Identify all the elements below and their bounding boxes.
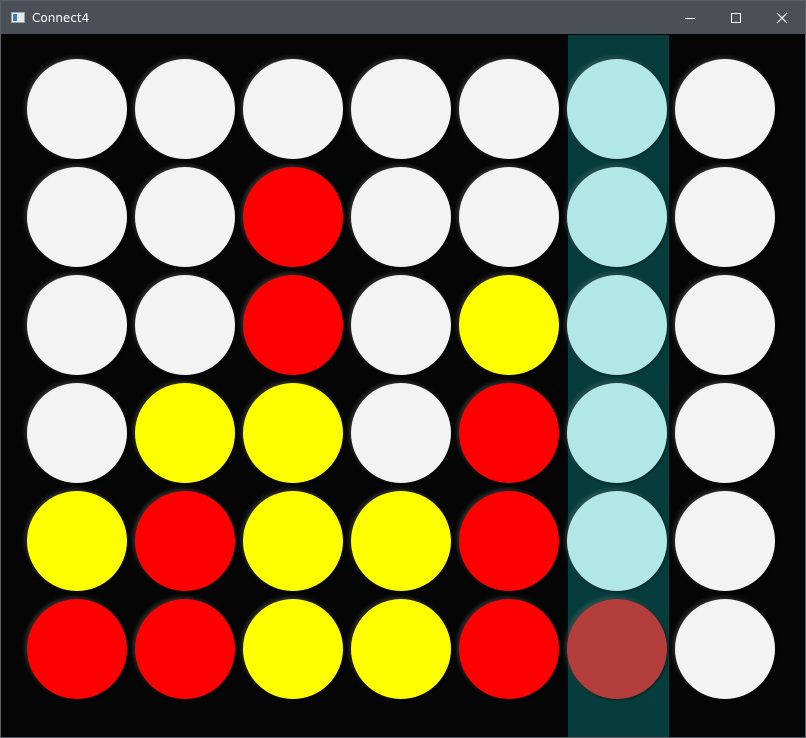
board-cell-yellow[interactable] bbox=[135, 383, 235, 483]
board-cell-red[interactable] bbox=[243, 275, 343, 375]
board-cell-empty[interactable] bbox=[567, 383, 667, 483]
window-title: Connect4 bbox=[32, 11, 90, 25]
board-cell-empty[interactable] bbox=[135, 59, 235, 159]
board-cell-yellow[interactable] bbox=[243, 383, 343, 483]
board-cell-empty[interactable] bbox=[135, 167, 235, 267]
board-cell-empty[interactable] bbox=[27, 167, 127, 267]
board-cell-yellow[interactable] bbox=[459, 275, 559, 375]
game-board[interactable] bbox=[3, 35, 803, 737]
board-cell-empty[interactable] bbox=[567, 167, 667, 267]
board-cell-empty[interactable] bbox=[675, 599, 775, 699]
board-cell-empty[interactable] bbox=[135, 275, 235, 375]
board-cell-empty[interactable] bbox=[459, 59, 559, 159]
board-cell-red[interactable] bbox=[567, 599, 667, 699]
board-cell-red[interactable] bbox=[459, 599, 559, 699]
board-cell-empty[interactable] bbox=[675, 383, 775, 483]
board-cell-yellow[interactable] bbox=[351, 599, 451, 699]
board-cell-red[interactable] bbox=[135, 599, 235, 699]
title-bar[interactable]: Connect4 bbox=[1, 1, 805, 34]
minimize-button[interactable] bbox=[667, 1, 713, 34]
minimize-icon bbox=[685, 18, 695, 19]
board-cell-empty[interactable] bbox=[351, 59, 451, 159]
close-button[interactable] bbox=[759, 1, 805, 34]
board-cell-red[interactable] bbox=[459, 491, 559, 591]
app-window-icon bbox=[11, 12, 25, 23]
board-cell-empty[interactable] bbox=[675, 59, 775, 159]
board-cell-red[interactable] bbox=[135, 491, 235, 591]
board-cell-red[interactable] bbox=[27, 599, 127, 699]
board-cell-empty[interactable] bbox=[351, 383, 451, 483]
board-cell-empty[interactable] bbox=[567, 275, 667, 375]
board-cell-empty[interactable] bbox=[27, 59, 127, 159]
board-cell-empty[interactable] bbox=[675, 275, 775, 375]
board-cell-red[interactable] bbox=[459, 383, 559, 483]
board-cell-yellow[interactable] bbox=[243, 599, 343, 699]
board-cell-yellow[interactable] bbox=[27, 491, 127, 591]
board-cell-empty[interactable] bbox=[567, 491, 667, 591]
board-cell-empty[interactable] bbox=[459, 167, 559, 267]
app-window: Connect4 bbox=[0, 0, 806, 738]
board-cell-yellow[interactable] bbox=[351, 491, 451, 591]
board-cell-empty[interactable] bbox=[675, 167, 775, 267]
board-cell-empty[interactable] bbox=[351, 167, 451, 267]
board-cell-empty[interactable] bbox=[27, 275, 127, 375]
board-cell-empty[interactable] bbox=[243, 59, 343, 159]
maximize-button[interactable] bbox=[713, 1, 759, 34]
board-cell-yellow[interactable] bbox=[243, 491, 343, 591]
maximize-icon bbox=[731, 13, 741, 23]
board-cell-empty[interactable] bbox=[27, 383, 127, 483]
board-cell-empty[interactable] bbox=[675, 491, 775, 591]
board-cell-empty[interactable] bbox=[351, 275, 451, 375]
board-cell-empty[interactable] bbox=[567, 59, 667, 159]
board-cell-red[interactable] bbox=[243, 167, 343, 267]
close-icon bbox=[776, 12, 788, 24]
